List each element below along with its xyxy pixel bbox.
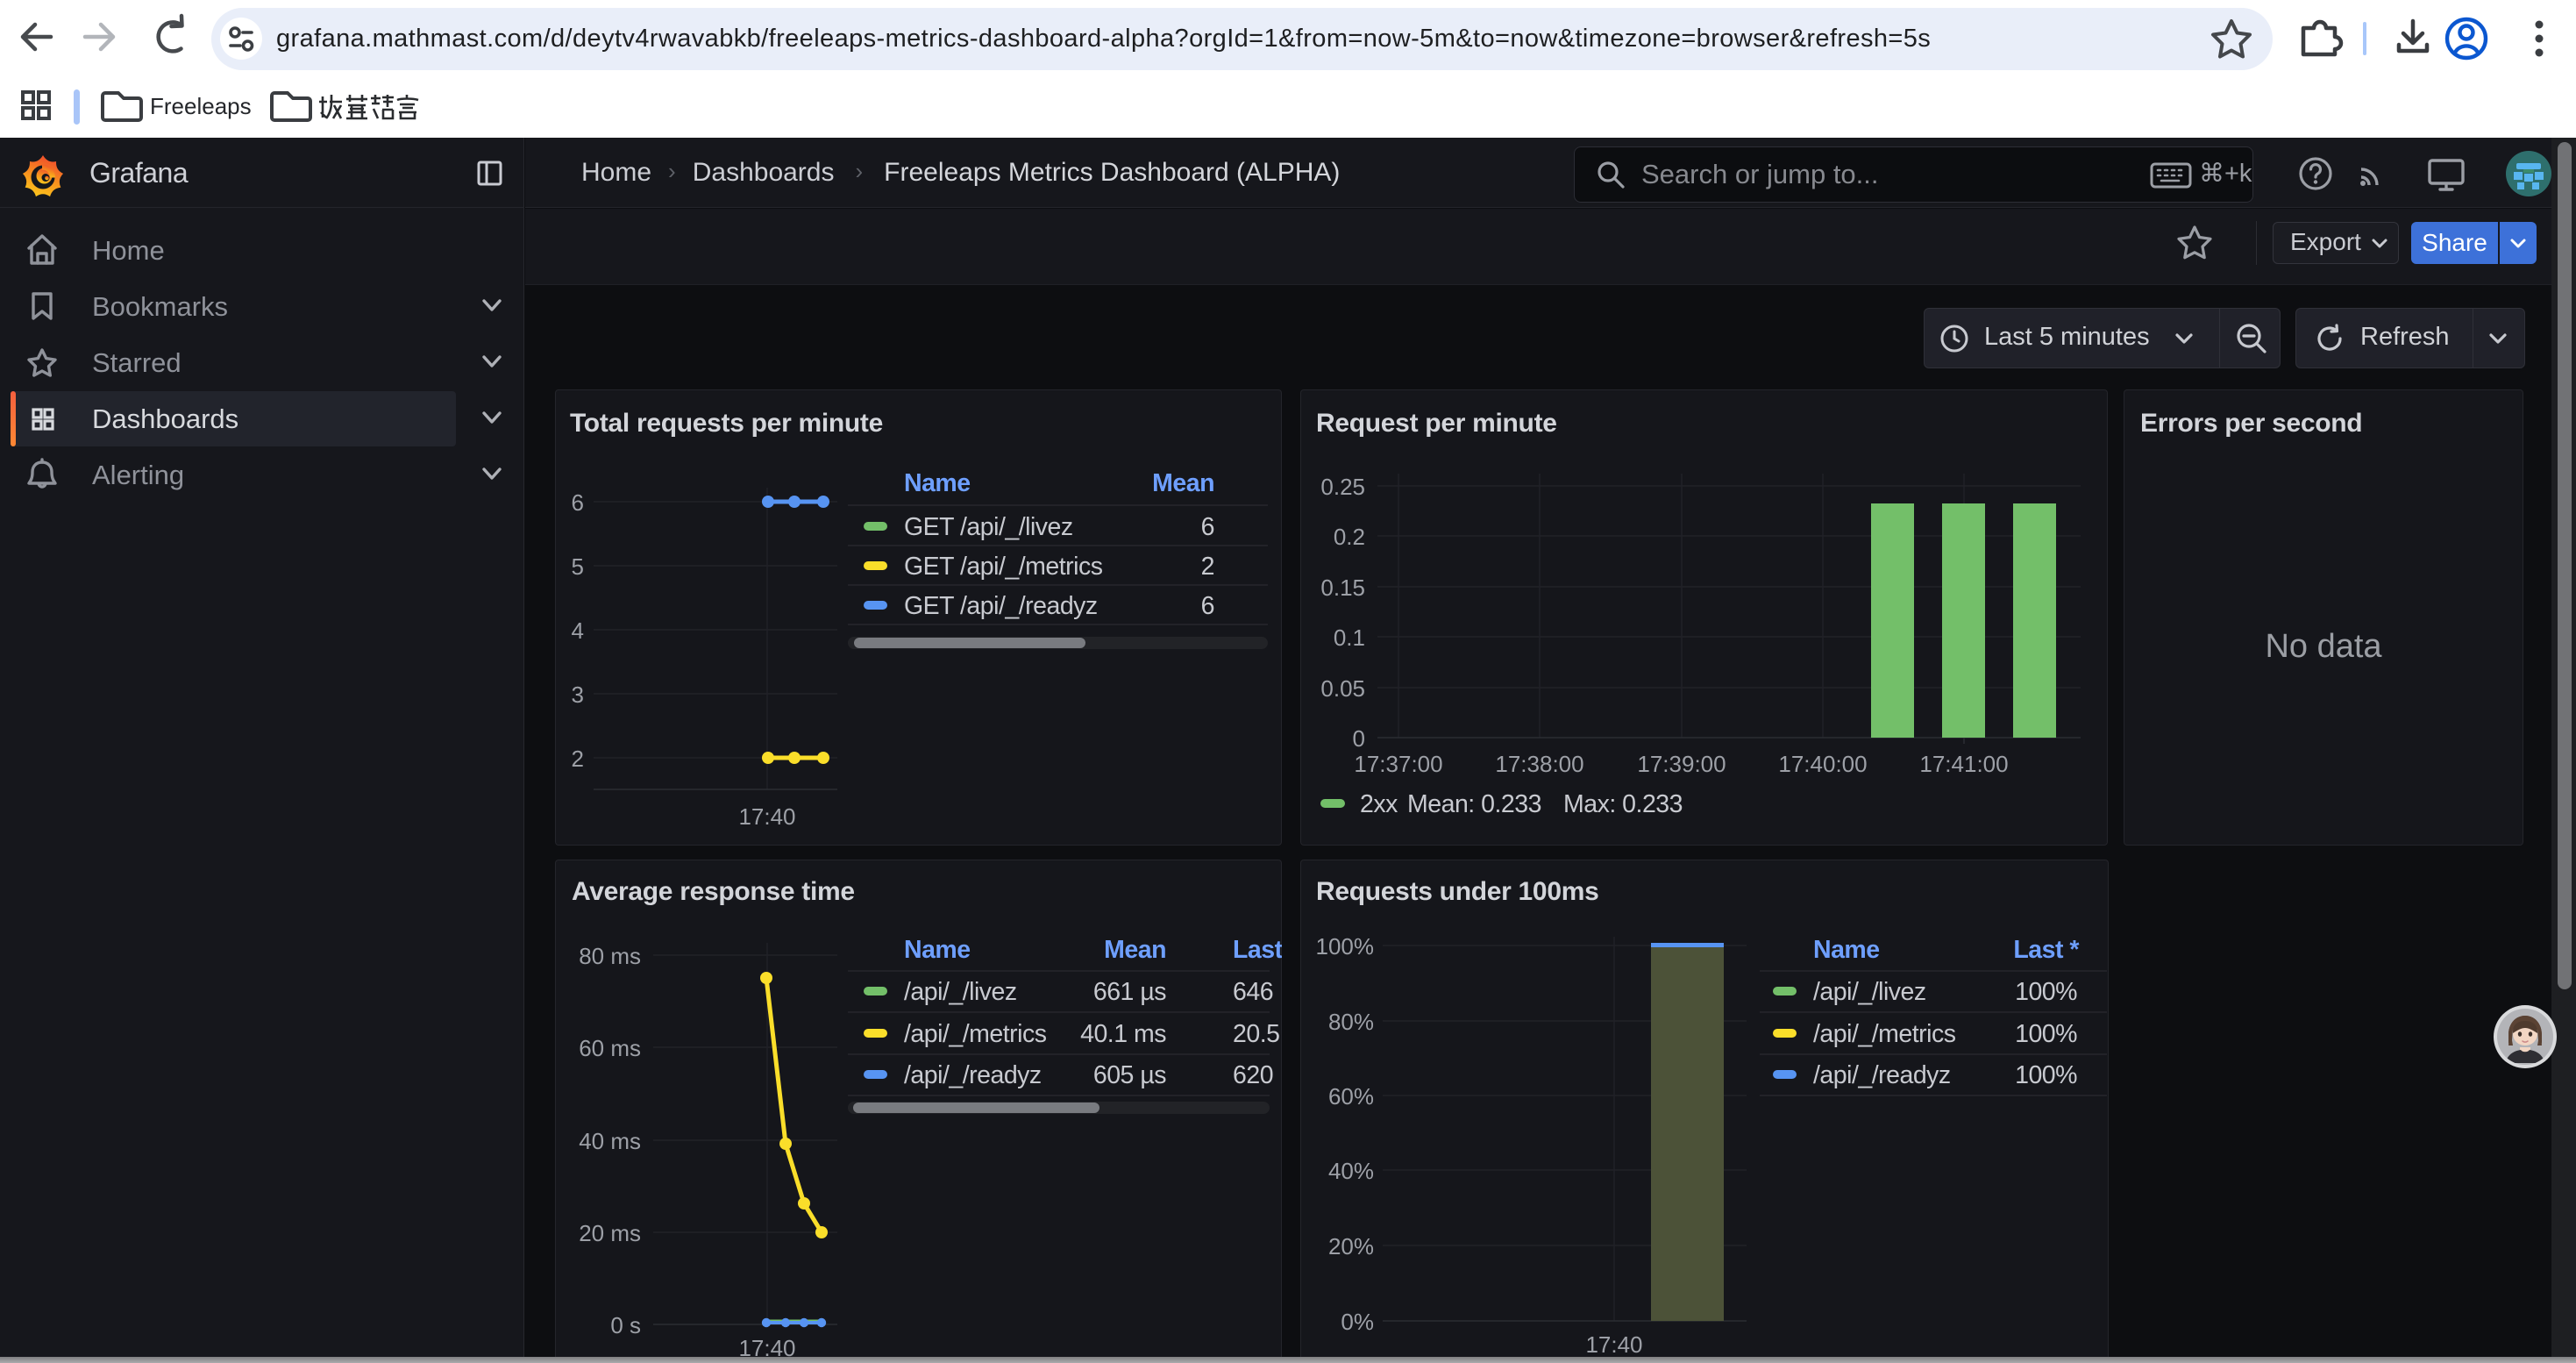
svg-text:/api/_/livez: /api/_/livez — [1813, 978, 1926, 1006]
svg-text:5: 5 — [572, 553, 584, 580]
svg-text:100%: 100% — [2015, 978, 2077, 1006]
svg-text:3: 3 — [572, 682, 584, 708]
svg-text:80 ms: 80 ms — [579, 943, 641, 969]
svg-text:20%: 20% — [1328, 1233, 1374, 1260]
svg-text:60 ms: 60 ms — [579, 1035, 641, 1061]
svg-text:Last *: Last * — [2013, 936, 2080, 964]
svg-text:GET /api/_/metrics: GET /api/_/metrics — [904, 553, 1103, 581]
svg-text:4: 4 — [572, 617, 584, 644]
svg-text:17:37:00: 17:37:00 — [1354, 751, 1442, 777]
svg-text:Name: Name — [904, 469, 971, 497]
svg-text:100%: 100% — [1316, 933, 1375, 960]
svg-text:17:41:00: 17:41:00 — [1919, 751, 2008, 777]
svg-text:80%: 80% — [1328, 1009, 1374, 1035]
svg-text:Mean: Mean — [1104, 936, 1166, 964]
svg-text:646: 646 — [1233, 978, 1273, 1006]
svg-text:/api/_/metrics: /api/_/metrics — [904, 1020, 1047, 1048]
svg-text:17:39:00: 17:39:00 — [1637, 751, 1726, 777]
svg-text:40.1 ms: 40.1 ms — [1080, 1020, 1166, 1048]
svg-text:GET /api/_/readyz: GET /api/_/readyz — [904, 592, 1098, 620]
svg-text:/api/_/readyz: /api/_/readyz — [1813, 1061, 1951, 1089]
svg-text:40%: 40% — [1328, 1158, 1374, 1184]
svg-text:0.05: 0.05 — [1320, 675, 1365, 702]
svg-text:0.1: 0.1 — [1334, 624, 1365, 651]
svg-text:0.25: 0.25 — [1320, 474, 1365, 500]
svg-text:17:40:00: 17:40:00 — [1778, 751, 1867, 777]
svg-text:6: 6 — [1201, 513, 1214, 541]
svg-text:0: 0 — [1353, 725, 1365, 752]
svg-text:2: 2 — [1201, 553, 1214, 581]
svg-text:GET /api/_/livez: GET /api/_/livez — [904, 513, 1073, 541]
svg-text:17:38:00: 17:38:00 — [1495, 751, 1583, 777]
svg-text:2: 2 — [572, 746, 584, 772]
svg-text:0.15: 0.15 — [1320, 574, 1365, 601]
svg-text:17:40: 17:40 — [1585, 1331, 1642, 1358]
svg-text:Last: Last — [1233, 936, 1282, 964]
svg-text:2xx: 2xx — [1360, 790, 1398, 818]
svg-text:60%: 60% — [1328, 1083, 1374, 1110]
svg-text:Mean: 0.233: Mean: 0.233 — [1407, 790, 1541, 818]
svg-text:Mean: Mean — [1152, 469, 1214, 497]
svg-text:Max: 0.233: Max: 0.233 — [1563, 790, 1683, 818]
svg-text:Name: Name — [1813, 936, 1880, 964]
svg-text:0%: 0% — [1341, 1309, 1374, 1335]
svg-text:0 s: 0 s — [610, 1312, 641, 1338]
svg-text:20.5 r: 20.5 r — [1233, 1020, 1282, 1048]
svg-text:20 ms: 20 ms — [579, 1220, 641, 1246]
svg-text:6: 6 — [1201, 592, 1214, 620]
svg-text:40 ms: 40 ms — [579, 1128, 641, 1154]
svg-text:/api/_/livez: /api/_/livez — [904, 978, 1017, 1006]
svg-text:620: 620 — [1233, 1061, 1273, 1089]
svg-text:6: 6 — [572, 489, 584, 516]
svg-text:0.2: 0.2 — [1334, 524, 1365, 550]
svg-text:Name: Name — [904, 936, 971, 964]
svg-text:100%: 100% — [2015, 1061, 2077, 1089]
svg-text:605 µs: 605 µs — [1093, 1061, 1166, 1089]
svg-text:17:40: 17:40 — [738, 803, 795, 830]
svg-text:661 µs: 661 µs — [1093, 978, 1166, 1006]
svg-text:/api/_/metrics: /api/_/metrics — [1813, 1020, 1956, 1048]
svg-text:100%: 100% — [2015, 1020, 2077, 1048]
svg-text:/api/_/readyz: /api/_/readyz — [904, 1061, 1042, 1089]
